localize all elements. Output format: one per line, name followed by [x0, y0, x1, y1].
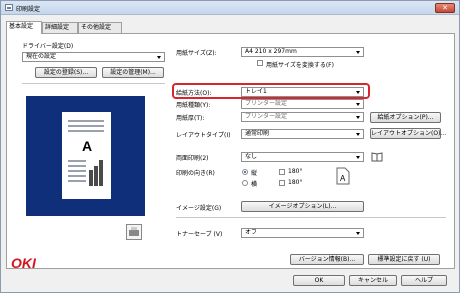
driver-settings-value: 現在の設定 [26, 53, 57, 60]
paper-size-label: 用紙サイズ(Z): [176, 50, 217, 57]
duplex-value: なし [245, 153, 258, 160]
chevron-down-icon [356, 156, 360, 159]
chart-bar-icon [94, 166, 98, 186]
text-line [68, 180, 86, 182]
paper-size-value: A4 210 x 297mm [245, 48, 297, 55]
tab-basic[interactable]: 基本設定 [6, 21, 42, 34]
landscape-radio[interactable] [242, 180, 248, 186]
chevron-down-icon [356, 116, 360, 119]
paper-feed-highlight [172, 83, 370, 99]
help-button[interactable]: ヘルプ [401, 275, 447, 286]
cancel-button[interactable]: キャンセル [349, 275, 397, 286]
toner-save-select[interactable]: オフ [241, 228, 364, 238]
printer-image-icon [126, 224, 142, 240]
toner-save-label: トナーセーブ (V) [176, 231, 223, 238]
chevron-down-icon [356, 51, 360, 54]
tab-other[interactable]: その他設定 [78, 22, 122, 33]
rotate-180-checkbox-2[interactable] [279, 180, 285, 186]
duplex-label: 両面印刷(2) [176, 155, 209, 162]
tab-advanced[interactable]: 詳細設定 [42, 22, 78, 33]
layout-label: レイアウトタイプ(I) [176, 132, 231, 139]
printer-icon [5, 4, 13, 11]
preview-letter: A [82, 138, 93, 154]
text-line [68, 130, 104, 132]
chart-bar-icon [89, 170, 93, 186]
text-line [68, 125, 104, 127]
chevron-down-icon [157, 56, 161, 59]
portrait-label: 縦 [251, 170, 258, 177]
title-bar: 印刷設定 ✕ [1, 1, 459, 15]
preview-paper: A [62, 112, 111, 199]
layout-options-button[interactable]: レイアウトオプション(O)... [370, 128, 446, 139]
svg-text:A: A [340, 174, 346, 183]
orientation-label: 印刷の向き(R) [176, 170, 215, 177]
chevron-down-icon [356, 103, 360, 106]
landscape-label: 横 [251, 181, 258, 188]
text-line [68, 120, 104, 122]
oki-logo: OKI [11, 255, 36, 271]
driver-settings-label: ドライバー設定(D) [22, 43, 74, 50]
rotate-180-checkbox[interactable] [279, 169, 285, 175]
paper-type-select[interactable]: プリンター設定 [241, 99, 364, 109]
rotate-180-label-2: 180° [288, 179, 303, 186]
book-icon [371, 152, 383, 162]
image-options-button[interactable]: イメージオプション(L)... [241, 201, 364, 212]
divider [176, 217, 446, 218]
duplex-select[interactable]: なし [241, 152, 364, 162]
chart-bar-icon [99, 160, 103, 186]
version-info-button[interactable]: バージョン情報(B)... [290, 254, 364, 265]
text-line [68, 170, 86, 172]
text-line [68, 175, 86, 177]
image-settings-label: イメージ設定(G) [176, 205, 222, 212]
portrait-page-icon: A [336, 167, 350, 185]
print-settings-window: 印刷設定 ✕ 基本設定 詳細設定 その他設定 ドライバー設定(D) 現在の設定 … [0, 0, 460, 293]
page-preview: A [26, 96, 145, 216]
toner-save-value: オフ [245, 229, 258, 236]
convert-paper-size-checkbox[interactable] [257, 60, 263, 66]
save-settings-button[interactable]: 設定の登録(S)... [35, 67, 97, 78]
feed-options-button[interactable]: 給紙オプション(P)... [370, 112, 441, 123]
portrait-radio[interactable] [242, 169, 248, 175]
paper-weight-label: 用紙厚(T): [176, 115, 205, 122]
paper-weight-value: プリンター設定 [245, 113, 288, 120]
chevron-down-icon [356, 133, 360, 136]
convert-paper-size-label: 用紙サイズを変換する(F) [266, 62, 334, 69]
paper-size-select[interactable]: A4 210 x 297mm [241, 47, 364, 57]
layout-select[interactable]: 通常印刷 [241, 129, 364, 139]
close-button[interactable]: ✕ [435, 3, 455, 13]
driver-settings-select[interactable]: 現在の設定 [22, 52, 165, 62]
paper-type-label: 用紙種類(Y): [176, 102, 211, 109]
text-line [68, 160, 86, 162]
ok-button[interactable]: OK [293, 275, 345, 286]
window-title: 印刷設定 [16, 6, 41, 13]
layout-value: 通常印刷 [245, 130, 270, 137]
paper-weight-select[interactable]: プリンター設定 [241, 112, 364, 122]
rotate-180-label: 180° [288, 168, 303, 175]
chevron-down-icon [356, 232, 360, 235]
manage-settings-button[interactable]: 設定の管理(M)... [102, 67, 164, 78]
text-line [68, 165, 86, 167]
divider [22, 83, 165, 84]
restore-defaults-button[interactable]: 標準設定に戻す (U) [368, 254, 440, 265]
paper-type-value: プリンター設定 [245, 100, 288, 107]
